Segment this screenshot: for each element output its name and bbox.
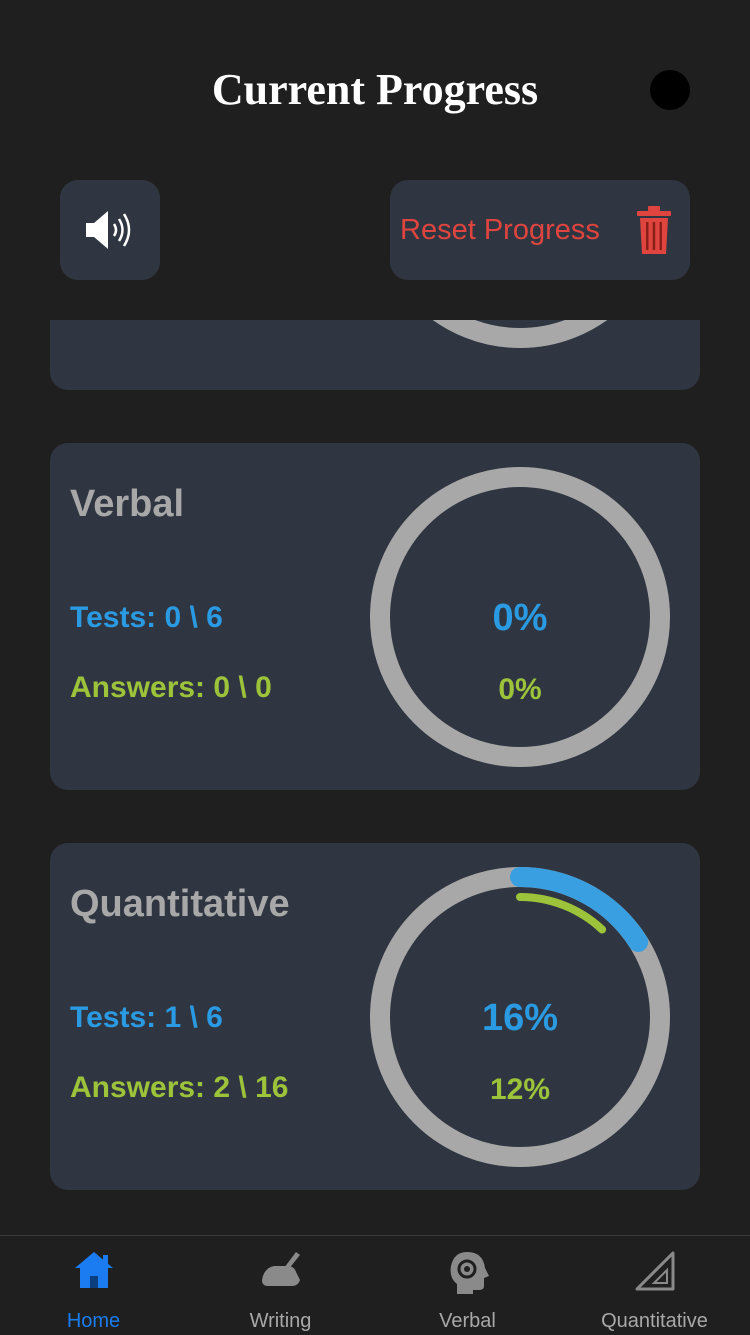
progress-card-verbal: Verbal Tests: 0 \ 6 Answers: 0 \ 0 0% 0% [50, 443, 700, 790]
tab-label: Quantitative [601, 1310, 708, 1332]
home-icon [74, 1252, 113, 1288]
head-gear-icon [450, 1252, 489, 1294]
triangle-ruler-icon [635, 1251, 674, 1291]
tab-home[interactable]: Home [0, 1236, 187, 1335]
speaker-icon [86, 211, 131, 249]
answers-percent: 12% [490, 1073, 550, 1106]
card-title: Quantitative [70, 883, 290, 925]
card-title: Verbal [70, 483, 185, 525]
progress-card-partial [50, 320, 700, 390]
header: Current Progress [0, 0, 750, 180]
tab-writing[interactable]: Writing [187, 1236, 374, 1335]
tests-count: Tests: 1 \ 6 [70, 1001, 223, 1034]
tests-percent: 16% [482, 997, 558, 1039]
writing-hand-icon [261, 1252, 300, 1286]
reset-progress-label: Reset Progress [400, 213, 600, 246]
page-title: Current Progress [211, 65, 539, 114]
tab-label: Home [66, 1310, 121, 1332]
answers-count: Answers: 2 \ 16 [70, 1071, 289, 1104]
status-indicator [650, 70, 690, 110]
tab-quantitative[interactable]: Quantitative [561, 1236, 748, 1335]
progress-ring [432, 320, 608, 348]
reset-progress-button[interactable]: Reset Progress [390, 180, 690, 280]
progress-list[interactable]: Verbal Tests: 0 \ 6 Answers: 0 \ 0 0% 0%… [0, 320, 750, 1235]
progress-ring: 0% 0% [370, 467, 670, 767]
progress-ring: 16% 12% [370, 867, 670, 1167]
trash-icon [637, 206, 671, 254]
answers-count: Answers: 0 \ 0 [70, 671, 272, 704]
tab-label: Writing [249, 1310, 312, 1332]
tab-verbal[interactable]: Verbal [374, 1236, 561, 1335]
answers-percent: 0% [498, 673, 541, 706]
tests-count: Tests: 0 \ 6 [70, 601, 223, 634]
tab-bar: Home Writing Verbal Quantitative [0, 1235, 750, 1335]
tab-label: Verbal [439, 1310, 496, 1332]
sound-toggle-button[interactable] [60, 180, 160, 280]
progress-card-quantitative: Quantitative Tests: 1 \ 6 Answers: 2 \ 1… [50, 843, 700, 1190]
tests-percent: 0% [493, 597, 548, 639]
